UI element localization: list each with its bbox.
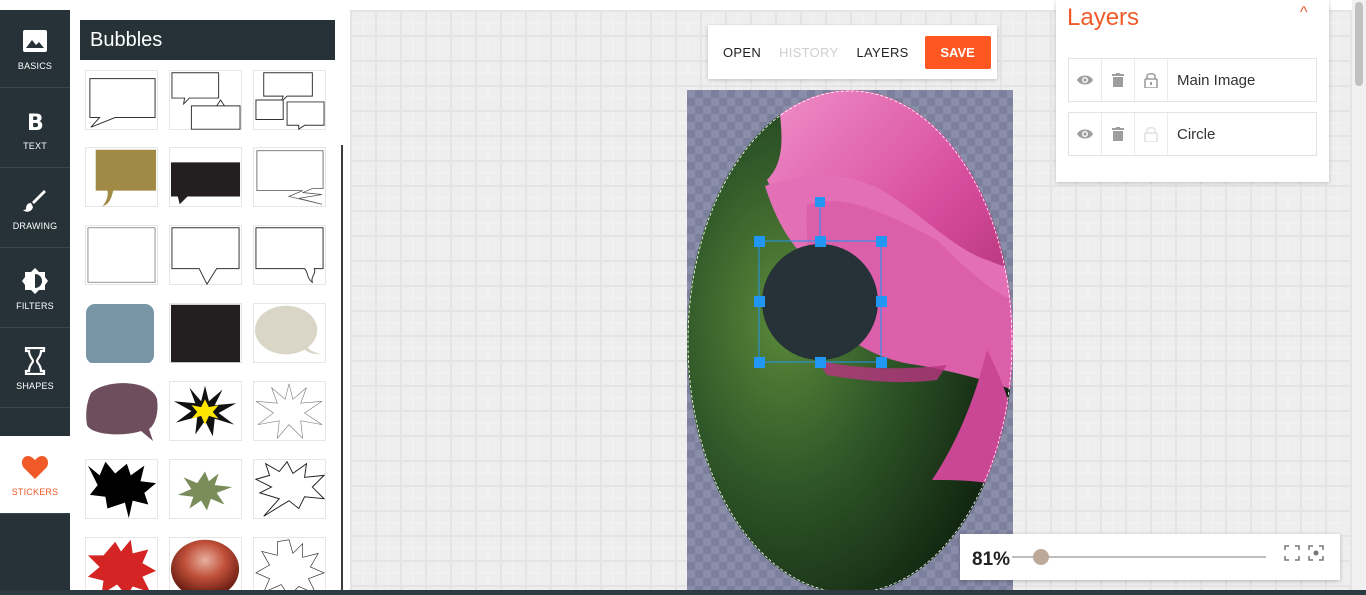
sticker-speech-bubble-outline[interactable] <box>85 70 158 130</box>
sticker-outline-burst[interactable] <box>253 381 326 441</box>
sticker-double-bubble-outline[interactable] <box>169 70 242 130</box>
rail-label: SHAPES <box>16 380 54 391</box>
zoom-to-selection-icon[interactable] <box>1308 545 1324 566</box>
fit-screen-icon[interactable] <box>1284 545 1300 566</box>
sticker-blue-gray-rounded[interactable] <box>85 303 158 363</box>
zoom-control: 81% <box>960 534 1340 580</box>
sticker-outline-spike[interactable] <box>253 537 326 595</box>
sticker-wavy-tail-bubble[interactable] <box>253 225 326 285</box>
tool-rail: BASICS B TEXT DRAWING FILTERS SHAPES STI… <box>0 10 70 595</box>
unlock-icon[interactable] <box>1135 113 1168 155</box>
sticker-beige-thought-bubble[interactable] <box>253 303 326 363</box>
main-image-layer[interactable] <box>687 90 1013 595</box>
layer-row-main-image[interactable]: Main Image <box>1068 58 1317 102</box>
layer-name: Main Image <box>1177 71 1256 89</box>
rail-label: STICKERS <box>11 486 59 497</box>
heart-icon <box>21 453 49 481</box>
trash-icon[interactable] <box>1102 59 1135 101</box>
bottom-strip <box>0 590 1366 595</box>
sticker-red-splat[interactable] <box>85 537 158 595</box>
sticker-spiky-outline-bubble[interactable] <box>253 459 326 519</box>
open-button[interactable]: OPEN <box>723 45 761 60</box>
sticker-mauve-bubble[interactable] <box>85 381 158 441</box>
sticker-glossy-red-oval[interactable] <box>169 537 242 595</box>
rail-label: BASICS <box>17 60 53 71</box>
trash-icon[interactable] <box>1102 113 1135 155</box>
zoom-slider-handle[interactable] <box>1032 549 1049 565</box>
layers-panel: Layers ^ Main Image Circle <box>1056 0 1329 182</box>
page-scrollbar-thumb[interactable] <box>1355 2 1363 86</box>
stickers-panel: Bubbles <box>70 10 350 595</box>
hourglass-icon <box>24 346 46 375</box>
sticker-olive-bubble[interactable] <box>85 147 158 207</box>
rail-item-stickers[interactable]: STICKERS <box>0 436 70 514</box>
sticker-olive-burst[interactable] <box>169 459 242 519</box>
layer-row-circle[interactable]: Circle <box>1068 112 1317 156</box>
layers-title: Layers <box>1067 4 1140 31</box>
sticker-jagged-tail-bubble[interactable] <box>253 147 326 207</box>
page-scrollbar[interactable] <box>1352 0 1366 595</box>
layers-button[interactable]: LAYERS <box>856 45 908 60</box>
rail-item-drawing[interactable]: DRAWING <box>0 170 70 248</box>
sticker-yellow-burst[interactable] <box>169 381 242 441</box>
sticker-black-bubble[interactable] <box>169 147 242 207</box>
zoom-value: 81% <box>972 549 1011 570</box>
rail-label: FILTERS <box>16 300 54 311</box>
lock-icon[interactable] <box>1135 59 1168 101</box>
brush-icon <box>22 187 48 215</box>
rail-item-shapes[interactable]: SHAPES <box>0 330 70 408</box>
rail-item-filters[interactable]: FILTERS <box>0 250 70 328</box>
visibility-eye-icon[interactable] <box>1069 113 1102 155</box>
layer-name: Circle <box>1177 125 1216 143</box>
panel-scrollbar[interactable] <box>341 145 343 595</box>
visibility-eye-icon[interactable] <box>1069 59 1102 101</box>
bold-b-icon: B <box>25 107 45 135</box>
sticker-square-tail-bubble[interactable] <box>169 225 242 285</box>
svg-text:B: B <box>27 111 44 133</box>
save-button[interactable]: SAVE <box>924 35 991 69</box>
rail-item-text[interactable]: B TEXT <box>0 90 70 168</box>
image-icon <box>22 27 48 55</box>
sticker-plain-rectangle[interactable] <box>85 225 158 285</box>
collapse-layers-icon[interactable]: ^ <box>1300 4 1308 22</box>
zoom-slider[interactable] <box>1012 549 1266 565</box>
panel-title: Bubbles <box>80 20 335 60</box>
sticker-black-rectangle[interactable] <box>169 303 242 363</box>
image-canvas[interactable] <box>687 90 1013 595</box>
rail-label: DRAWING <box>12 220 58 231</box>
brightness-icon <box>21 267 49 295</box>
history-button[interactable]: HISTORY <box>779 45 838 60</box>
top-toolbar: OPEN HISTORY LAYERS SAVE <box>708 25 997 79</box>
sticker-black-spiky-bubble[interactable] <box>85 459 158 519</box>
rail-label: TEXT <box>23 140 47 151</box>
rail-item-basics[interactable]: BASICS <box>0 10 70 88</box>
sticker-triple-bubble-outline[interactable] <box>253 70 326 130</box>
